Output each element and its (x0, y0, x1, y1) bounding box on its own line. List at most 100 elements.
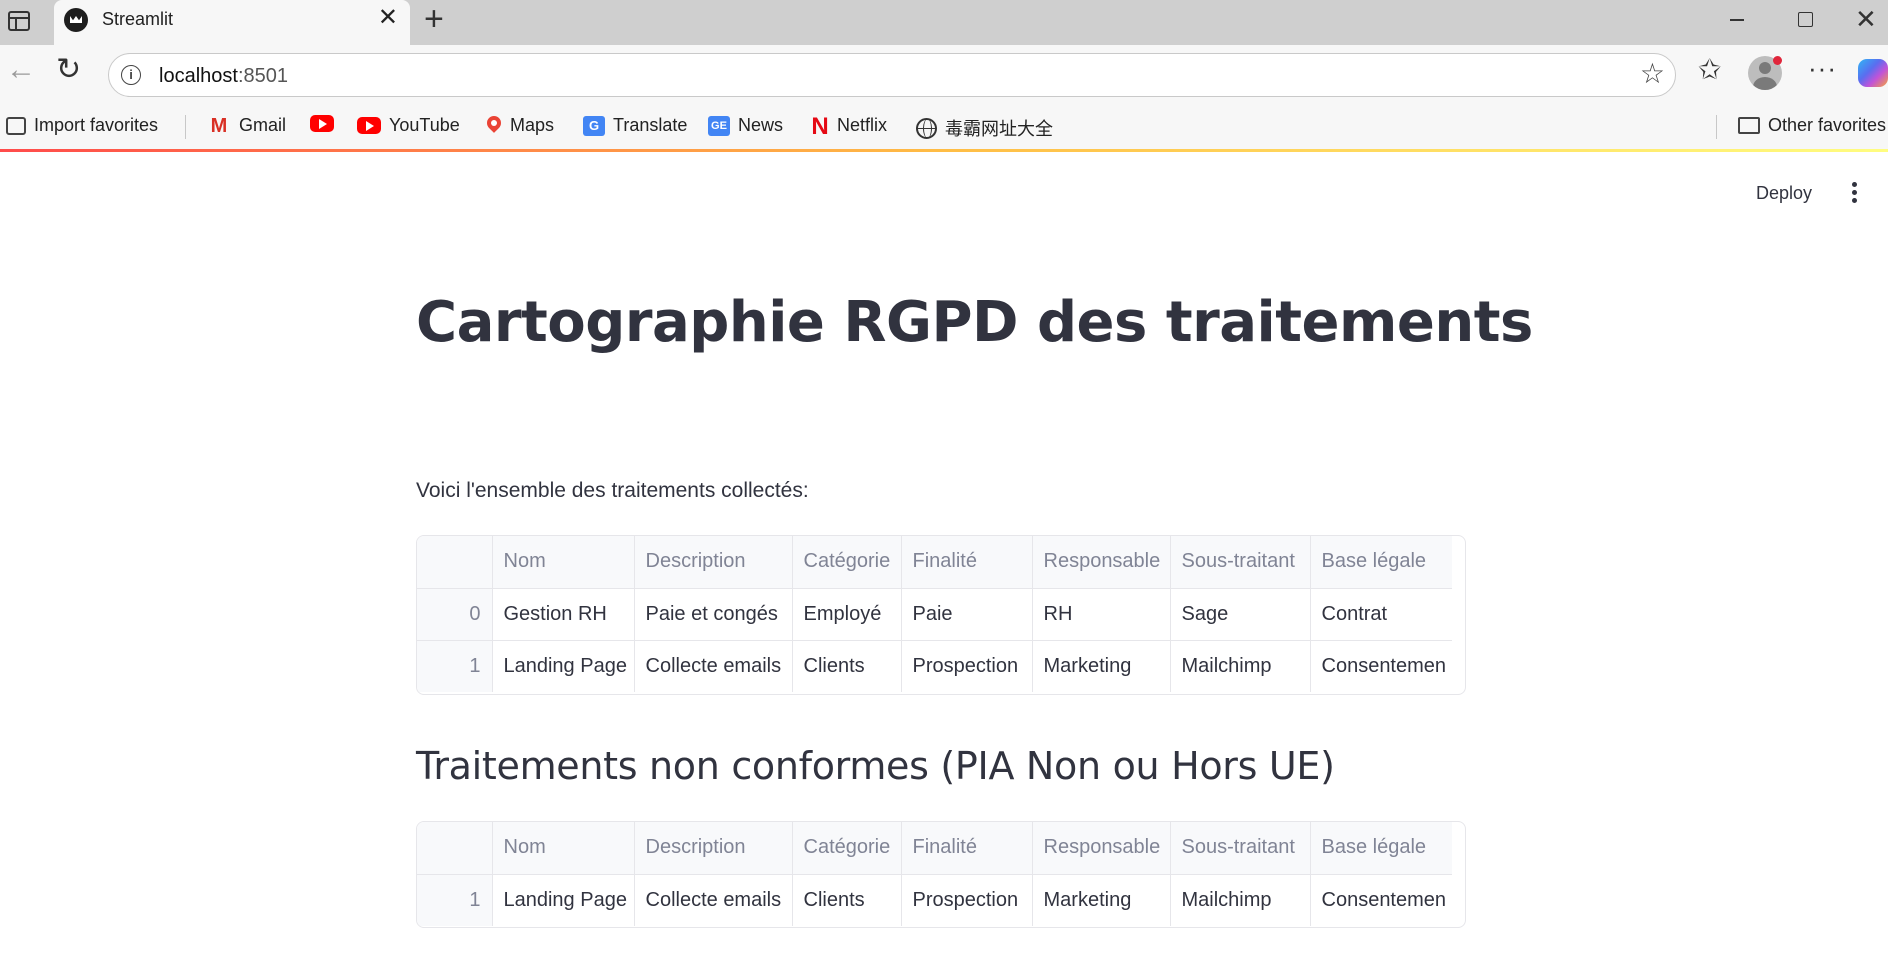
bookmark-label: Netflix (837, 115, 888, 135)
window-maximize-icon[interactable] (1798, 12, 1813, 27)
url-bar[interactable]: i localhost:8501 ☆ (108, 53, 1676, 97)
table-cell[interactable]: Paie et congés (634, 588, 793, 641)
column-header[interactable]: Nom (492, 536, 635, 589)
browser-tab[interactable]: Streamlit ✕ (54, 0, 410, 45)
window-minimize-icon[interactable] (1730, 19, 1744, 21)
new-tab-button[interactable]: + (424, 2, 444, 36)
deploy-button[interactable]: Deploy (1756, 183, 1812, 204)
column-header[interactable]: Base légale (1310, 536, 1452, 589)
other-favorites[interactable]: Other favorites (1738, 115, 1886, 136)
table-cell[interactable]: Gestion RH (492, 588, 635, 641)
window-close-icon[interactable]: ✕ (1855, 6, 1877, 32)
main-menu-icon[interactable] (1852, 182, 1858, 204)
dataframe-all-processing[interactable]: Nom Description Catégorie Finalité Respo… (416, 535, 1466, 695)
row-index: 0 (417, 588, 493, 641)
address-toolbar: ← ↻ i localhost:8501 ☆ ✩ ··· (0, 45, 1888, 105)
column-header[interactable]: Description (634, 822, 793, 875)
section-heading: Traitements non conformes (PIA Non ou Ho… (416, 744, 1335, 788)
table-cell[interactable]: Landing Page (492, 640, 635, 692)
bookmark-import-favorites[interactable]: Import favorites (6, 115, 158, 136)
bookmark-label: 毒霸网址大全 (945, 119, 1053, 139)
tab-close-icon[interactable]: ✕ (378, 6, 398, 30)
column-header[interactable]: Responsable (1032, 822, 1171, 875)
table-row: 1 Landing Page Collecte emails Clients P… (417, 640, 1452, 692)
bookmark-duba[interactable]: 毒霸网址大全 (916, 115, 1053, 141)
column-header[interactable]: Finalité (901, 536, 1033, 589)
table-cell[interactable]: Marketing (1032, 640, 1171, 692)
maps-icon (486, 116, 502, 136)
table-cell[interactable]: Clients (792, 874, 902, 926)
import-icon (6, 116, 26, 135)
streamlit-favicon-icon (64, 8, 88, 32)
column-header[interactable]: Responsable (1032, 536, 1171, 589)
bookmark-youtube-icon-only[interactable] (310, 115, 342, 132)
netflix-icon: N (811, 112, 829, 140)
table-cell[interactable]: RH (1032, 588, 1171, 641)
back-arrow-icon[interactable]: ← (6, 55, 36, 85)
row-index: 1 (417, 874, 493, 926)
column-header[interactable]: Base légale (1310, 822, 1452, 875)
bookmark-label: YouTube (389, 115, 460, 135)
table-cell[interactable]: Contrat (1310, 588, 1452, 641)
favorite-star-icon[interactable]: ☆ (1640, 59, 1665, 89)
table-cell[interactable]: Landing Page (492, 874, 635, 926)
column-header[interactable]: Nom (492, 822, 635, 875)
column-header[interactable]: Catégorie (792, 536, 902, 589)
translate-icon: G (583, 115, 605, 136)
gmail-icon: M (210, 114, 228, 137)
table-cell[interactable]: Sage (1170, 588, 1311, 641)
more-options-icon[interactable]: ··· (1808, 53, 1837, 83)
table-cell[interactable]: Consentemen (1310, 874, 1452, 926)
bookmark-divider (1716, 115, 1717, 139)
folder-icon (1738, 117, 1760, 134)
bookmark-netflix[interactable]: N Netflix (811, 112, 888, 140)
table-cell[interactable]: Collecte emails (634, 640, 793, 692)
youtube-icon (310, 115, 334, 132)
url-text[interactable]: localhost:8501 (159, 65, 288, 88)
header-row: Nom Description Catégorie Finalité Respo… (417, 536, 1452, 589)
column-header[interactable]: Finalité (901, 822, 1033, 875)
bookmark-label: News (738, 115, 784, 135)
youtube-icon (357, 117, 381, 134)
bookmark-youtube[interactable]: YouTube (357, 115, 460, 136)
table-cell[interactable]: Mailchimp (1170, 640, 1311, 692)
reload-icon[interactable]: ↻ (56, 55, 81, 85)
bookmarks-bar: Import favorites M Gmail YouTube Maps G … (0, 105, 1888, 149)
column-header[interactable]: Sous-traitant (1170, 536, 1311, 589)
page-title: Cartographie RGPD des traitements (416, 290, 1533, 355)
tab-title: Streamlit (102, 9, 174, 29)
bookmark-gmail[interactable]: M Gmail (207, 115, 286, 136)
table-cell[interactable]: Mailchimp (1170, 874, 1311, 926)
dataframe-table: Nom Description Catégorie Finalité Respo… (417, 822, 1452, 926)
dataframe-noncompliant[interactable]: Nom Description Catégorie Finalité Respo… (416, 821, 1466, 928)
url-port: :8501 (237, 65, 288, 87)
column-header[interactable]: Sous-traitant (1170, 822, 1311, 875)
browser-tab-bar: Streamlit ✕ + ✕ (0, 0, 1888, 45)
globe-icon (916, 117, 937, 139)
dataframe-table: Nom Description Catégorie Finalité Respo… (417, 536, 1452, 692)
row-index: 1 (417, 640, 493, 692)
column-header[interactable]: Catégorie (792, 822, 902, 875)
table-cell[interactable]: Collecte emails (634, 874, 793, 926)
bookmark-label: Maps (510, 115, 555, 135)
table-row: 1 Landing Page Collecte emails Clients P… (417, 874, 1452, 926)
bookmark-maps[interactable]: Maps (486, 115, 554, 136)
table-cell[interactable]: Prospection (901, 874, 1033, 926)
news-icon: GE (708, 115, 730, 136)
table-row: 0 Gestion RH Paie et congés Employé Paie… (417, 588, 1452, 641)
bookmark-translate[interactable]: G Translate (583, 115, 687, 136)
table-cell[interactable]: Consentemen (1310, 640, 1452, 692)
copilot-icon[interactable] (1858, 59, 1888, 87)
table-cell[interactable]: Paie (901, 588, 1033, 641)
table-cell[interactable]: Marketing (1032, 874, 1171, 926)
table-cell[interactable]: Employé (792, 588, 902, 641)
notification-dot (1773, 56, 1782, 65)
table-cell[interactable]: Prospection (901, 640, 1033, 692)
bookmark-news[interactable]: GE News (708, 115, 783, 136)
table-cell[interactable]: Clients (792, 640, 902, 692)
column-header[interactable]: Description (634, 536, 793, 589)
url-host: localhost (159, 65, 238, 87)
favorites-icon[interactable]: ✩ (1698, 55, 1721, 85)
sidebar-toggle-icon[interactable] (8, 11, 30, 31)
site-info-icon[interactable]: i (121, 65, 141, 85)
